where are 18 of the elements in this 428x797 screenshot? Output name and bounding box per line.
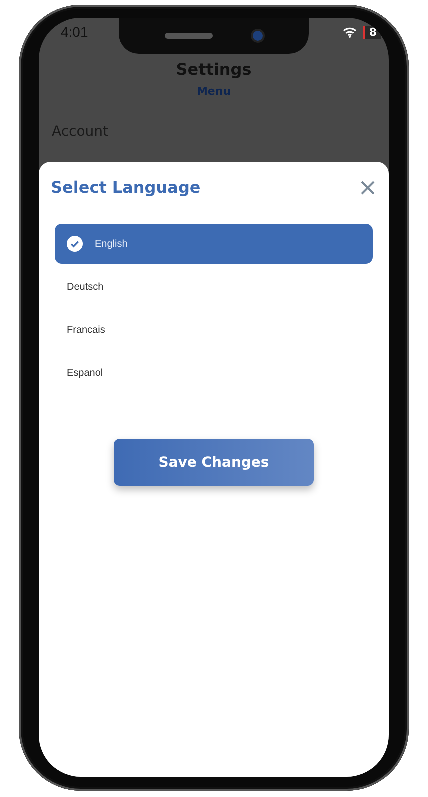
language-label: Francais (67, 324, 106, 336)
language-label: Espanol (67, 368, 104, 378)
close-icon (361, 180, 375, 194)
status-time: 4:01 (61, 24, 88, 40)
language-option[interactable]: Espanol (55, 353, 373, 393)
close-button[interactable] (361, 180, 375, 194)
check-circle-icon (67, 236, 83, 252)
page-title: Settings (175, 60, 253, 79)
language-label: Deutsch (67, 282, 104, 292)
sheet-title: Select Language (51, 178, 201, 197)
wifi-icon (343, 26, 358, 38)
language-label: English (95, 238, 128, 250)
language-option[interactable]: Francais (55, 310, 373, 350)
save-button[interactable]: Save Changes (114, 439, 314, 486)
language-option[interactable]: Deutsch (55, 267, 373, 307)
language-option[interactable]: English (55, 224, 373, 264)
battery-level: 8 (363, 26, 381, 38)
page-subtitle: Menu (196, 85, 232, 98)
